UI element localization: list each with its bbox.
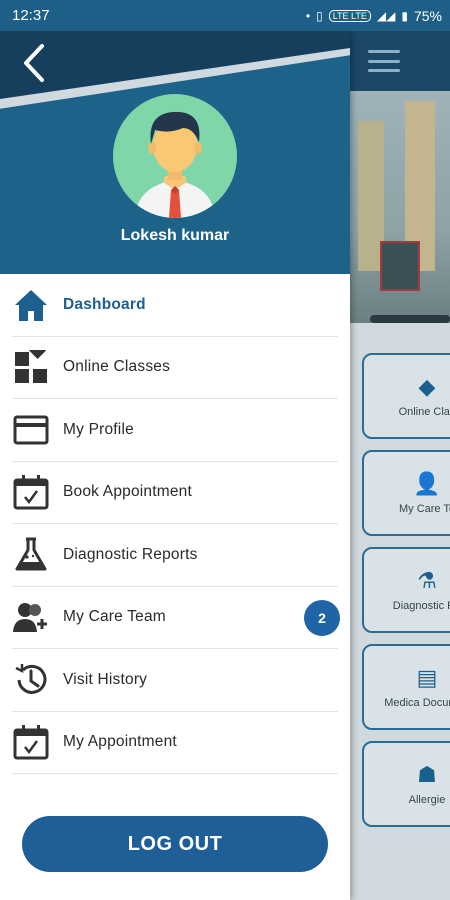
drawer-header: Lokesh kumar <box>0 31 350 274</box>
menu-item-my-care-team[interactable]: My Care Team 2 <box>12 587 340 649</box>
back-button[interactable] <box>14 43 54 83</box>
user-name: Lokesh kumar <box>120 227 230 244</box>
menu-item-book-appointment[interactable]: Book Appointment <box>12 462 338 524</box>
grid-diamond-icon: ◆ <box>418 374 436 399</box>
bg-card: ☗ Allergie <box>362 741 450 827</box>
menu-item-my-appointment[interactable]: My Appointment <box>12 712 338 774</box>
flask-icon <box>12 536 50 574</box>
bg-banner-image <box>350 91 450 323</box>
menu-label: My Appointment <box>63 733 177 751</box>
menu-item-partial[interactable] <box>12 774 338 786</box>
network-label: LTE LTE <box>328 9 371 22</box>
bg-card-list: ◆ Online Clas 👤 My Care Te ⚗ Diagnostic Re ▤ Me… <box>350 323 450 827</box>
bg-card-label: Allergie <box>408 794 446 806</box>
bg-card-label: My Care Te <box>398 503 450 515</box>
menu-item-diagnostic-reports[interactable]: Diagnostic Reports <box>12 524 338 587</box>
signal-icon: ◢◢ <box>376 8 396 23</box>
care-team-count-badge: 2 <box>304 599 340 636</box>
menu-label: Dashboard <box>63 295 146 313</box>
hamburger-menu-icon[interactable] <box>368 50 400 72</box>
menu-label: Book Appointment <box>63 483 193 501</box>
bg-card-label: Diagnostic Re <box>392 600 450 612</box>
battery-icon: ▮ <box>401 8 408 23</box>
card-icon <box>12 411 50 449</box>
menu-item-online-classes[interactable]: Online Classes <box>12 337 338 399</box>
bg-card: ▤ Medica Documen <box>362 644 450 730</box>
add-user-icon <box>12 598 50 636</box>
navigation-drawer: Lokesh kumar Dashboard Online Classes My… <box>0 31 350 900</box>
avatar <box>113 94 237 218</box>
calendar-check-icon <box>12 473 50 511</box>
document-icon: ▤ <box>416 665 438 690</box>
bg-app-header <box>350 31 450 91</box>
status-bar: 12:37 • ▯ LTE LTE ◢◢ ▮ 75% <box>0 0 450 31</box>
menu-label: Online Classes <box>63 358 171 376</box>
status-icons: • ▯ LTE LTE ◢◢ ▮ 75% <box>306 8 442 24</box>
bg-card-label: Online Clas <box>398 406 450 418</box>
calendar-check-icon <box>12 723 50 761</box>
menu-label: Diagnostic Reports <box>63 545 198 563</box>
allergy-icon: ☗ <box>417 762 437 787</box>
bg-card: ◆ Online Clas <box>362 353 450 439</box>
battery-percent: 75% <box>413 7 442 24</box>
background-dashboard: ◆ Online Clas 👤 My Care Te ⚗ Diagnostic Re ▤ Me… <box>350 31 450 900</box>
bg-card-label: Medica Documen <box>384 697 450 709</box>
menu-label: My Profile <box>63 420 134 438</box>
vibrate-icon: ▯ <box>316 8 323 23</box>
menu-item-dashboard[interactable]: Dashboard <box>12 274 338 337</box>
grid-diamond-icon <box>12 348 50 386</box>
logout-button[interactable]: LOG OUT <box>22 816 328 872</box>
menu-label: Visit History <box>63 670 148 688</box>
menu-item-visit-history[interactable]: Visit History <box>12 649 338 712</box>
home-icon <box>12 286 50 324</box>
history-icon <box>12 661 50 699</box>
add-user-icon: 👤 <box>413 471 441 496</box>
bg-card: 👤 My Care Te <box>362 450 450 536</box>
bg-card: ⚗ Diagnostic Re <box>362 547 450 633</box>
chevron-left-icon <box>24 44 44 82</box>
drawer-menu: Dashboard Online Classes My Profile Book… <box>0 274 350 786</box>
status-time: 12:37 <box>12 7 50 24</box>
notification-dot-icon: • <box>305 8 311 23</box>
flask-icon: ⚗ <box>417 568 437 593</box>
menu-label: My Care Team <box>63 608 166 626</box>
menu-item-my-profile[interactable]: My Profile <box>12 399 338 462</box>
